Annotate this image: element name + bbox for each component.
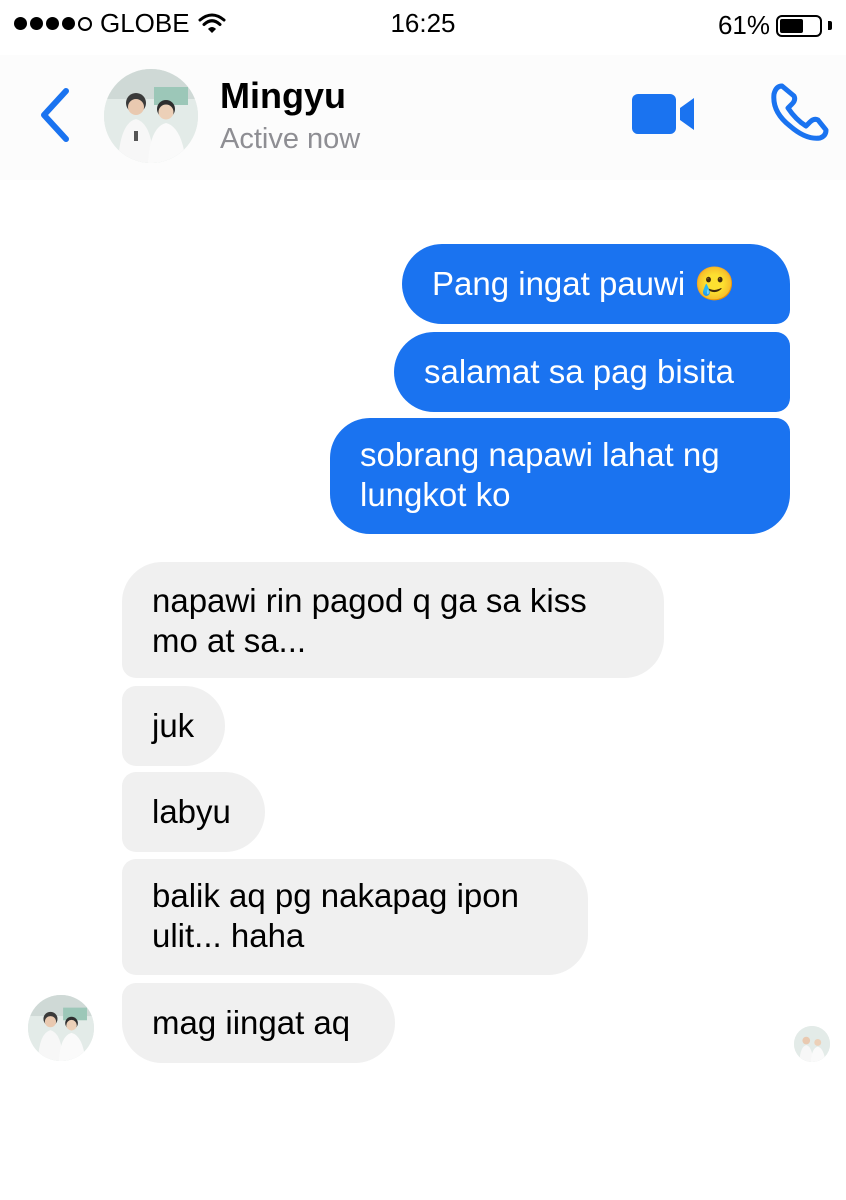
contact-name[interactable]: Mingyu bbox=[220, 75, 346, 117]
phone-icon bbox=[771, 83, 829, 141]
video-camera-icon bbox=[632, 94, 694, 134]
avatar-photo bbox=[104, 69, 198, 163]
battery-fill bbox=[780, 18, 803, 33]
avatar-photo bbox=[28, 995, 94, 1061]
message-outgoing[interactable]: sobrang napawi lahat ng lungkot ko bbox=[330, 418, 790, 534]
battery-icon bbox=[776, 14, 822, 37]
read-receipt-avatar bbox=[794, 1026, 830, 1062]
back-button[interactable] bbox=[30, 85, 80, 145]
sender-avatar[interactable] bbox=[28, 995, 94, 1061]
battery-percentage: 61% bbox=[717, 10, 770, 40]
message-incoming[interactable]: balik aq pg nakapag ipon ulit... haha bbox=[122, 859, 588, 975]
message-outgoing[interactable]: Pang ingat pauwi 🥲 bbox=[402, 244, 790, 324]
contact-status: Active now bbox=[220, 123, 361, 155]
message-outgoing[interactable]: salamat sa pag bisita bbox=[394, 332, 790, 412]
message-incoming[interactable]: labyu bbox=[122, 772, 265, 852]
status-bar: GLOBE 16:25 61% bbox=[0, 0, 846, 50]
contact-avatar[interactable] bbox=[104, 69, 198, 163]
chevron-left-icon bbox=[41, 88, 69, 142]
chat-header: Mingyu Active now bbox=[0, 55, 846, 180]
message-incoming[interactable]: juk bbox=[122, 686, 225, 766]
battery-status: 61% bbox=[718, 10, 832, 41]
message-incoming[interactable]: mag iingat aq bbox=[122, 983, 395, 1063]
video-call-button[interactable] bbox=[628, 88, 700, 140]
message-incoming[interactable]: napawi rin pagod q ga sa kiss mo at sa..… bbox=[122, 562, 664, 678]
battery-tip bbox=[828, 21, 832, 30]
voice-call-button[interactable] bbox=[768, 82, 830, 144]
avatar-photo bbox=[794, 1026, 830, 1062]
